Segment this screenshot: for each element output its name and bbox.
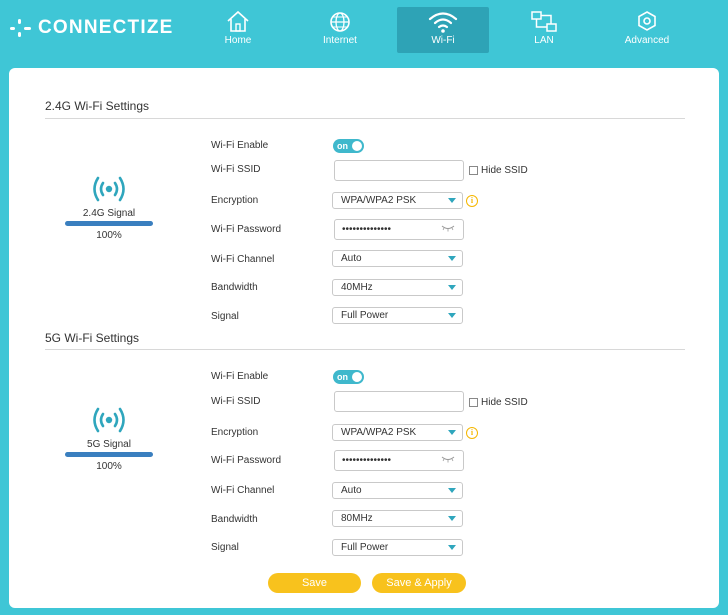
checkbox-box[interactable] <box>469 166 478 175</box>
hide-ssid-label-24g: Hide SSID <box>481 165 528 176</box>
encryption-value-5g: WPA/WPA2 PSK <box>341 427 417 438</box>
password-input-5g[interactable]: •••••••••••••• <box>334 450 464 471</box>
chevron-down-icon <box>448 516 456 521</box>
label-password-5g: Wi-Fi Password <box>211 455 282 466</box>
info-icon[interactable]: i <box>466 427 478 439</box>
signal-label-5g: 5G Signal <box>87 439 131 450</box>
nav-internet[interactable]: Internet <box>294 7 386 53</box>
label-password-24g: Wi-Fi Password <box>211 224 282 235</box>
encryption-value-24g: WPA/WPA2 PSK <box>341 195 417 206</box>
signal-indicator-5g: 5G Signal 100% <box>64 403 154 472</box>
signal-bar-5g <box>65 452 153 457</box>
hide-ssid-checkbox-24g[interactable]: Hide SSID <box>469 165 528 176</box>
channel-value-5g: Auto <box>341 485 362 496</box>
nav-home[interactable]: Home <box>192 7 284 53</box>
section-title-24g: 2.4G Wi-Fi Settings <box>45 99 150 113</box>
chevron-down-icon <box>448 430 456 435</box>
signal-value-5g: Full Power <box>341 542 389 553</box>
channel-select-24g[interactable]: Auto <box>332 250 463 267</box>
chevron-down-icon <box>448 545 456 550</box>
label-channel-5g: Wi-Fi Channel <box>211 485 275 496</box>
eye-closed-icon[interactable] <box>441 224 455 232</box>
signal-percent-24g: 100% <box>96 230 122 241</box>
wifi-settings-panel: 2.4G Wi-Fi Settings 2.4G Signal 100% Wi-… <box>9 68 719 608</box>
chevron-down-icon <box>448 313 456 318</box>
password-mask-5g: •••••••••••••• <box>342 455 392 466</box>
ssid-input-24g[interactable] <box>334 160 464 181</box>
wifi-enable-toggle-24g[interactable]: on <box>333 139 364 153</box>
signal-bar-24g <box>65 221 153 226</box>
nav-home-label: Home <box>224 35 252 46</box>
label-bandwidth-24g: Bandwidth <box>211 282 258 293</box>
label-encryption-24g: Encryption <box>211 195 259 206</box>
bandwidth-select-24g[interactable]: 40MHz <box>332 279 463 296</box>
chevron-down-icon <box>448 198 456 203</box>
label-wifi-ssid-5g: Wi-Fi SSID <box>211 396 261 407</box>
label-encryption-5g: Encryption <box>211 427 259 438</box>
channel-select-5g[interactable]: Auto <box>332 482 463 499</box>
section-divider-5g <box>45 349 685 350</box>
signal-select-5g[interactable]: Full Power <box>332 539 463 556</box>
hide-ssid-checkbox-5g[interactable]: Hide SSID <box>469 397 528 408</box>
label-wifi-ssid-24g: Wi-Fi SSID <box>211 164 261 175</box>
nav-lan[interactable]: LAN <box>498 7 590 53</box>
label-channel-24g: Wi-Fi Channel <box>211 254 275 265</box>
channel-value-24g: Auto <box>341 253 362 264</box>
section-divider-24g <box>45 118 685 119</box>
top-header: CONNECTIZE Home Internet Wi-Fi LAN Advan… <box>0 0 728 62</box>
eye-closed-icon[interactable] <box>441 455 455 463</box>
encryption-select-24g[interactable]: WPA/WPA2 PSK <box>332 192 463 209</box>
signal-broadcast-icon <box>93 407 125 433</box>
encryption-select-5g[interactable]: WPA/WPA2 PSK <box>332 424 463 441</box>
bandwidth-value-24g: 40MHz <box>341 282 373 293</box>
password-input-24g[interactable]: •••••••••••••• <box>334 219 464 240</box>
signal-value-24g: Full Power <box>341 310 389 321</box>
signal-label-24g: 2.4G Signal <box>82 208 136 219</box>
label-wifi-enable-24g: Wi-Fi Enable <box>211 140 269 151</box>
nav-advanced[interactable]: Advanced <box>601 7 693 53</box>
label-wifi-enable-5g: Wi-Fi Enable <box>211 371 269 382</box>
gear-icon <box>638 11 656 31</box>
brand-name: CONNECTIZE <box>38 17 174 38</box>
save-apply-button[interactable]: Save & Apply <box>372 573 466 593</box>
signal-select-24g[interactable]: Full Power <box>332 307 463 324</box>
label-signal-24g: Signal <box>211 311 239 322</box>
logo-mark-icon <box>10 18 32 38</box>
wifi-icon <box>428 12 458 33</box>
home-icon <box>227 10 249 32</box>
globe-icon <box>330 12 350 32</box>
password-mask-24g: •••••••••••••• <box>342 224 392 235</box>
toggle-state-5g: on <box>337 372 348 382</box>
lan-icon <box>531 11 557 32</box>
save-button[interactable]: Save <box>268 573 361 593</box>
brand-logo[interactable]: CONNECTIZE <box>10 16 174 40</box>
nav-wifi-label: Wi-Fi <box>431 35 455 46</box>
signal-broadcast-icon <box>93 176 125 202</box>
section-title-5g: 5G Wi-Fi Settings <box>45 331 140 345</box>
chevron-down-icon <box>448 285 456 290</box>
chevron-down-icon <box>448 256 456 261</box>
toggle-knob <box>352 372 362 382</box>
bandwidth-value-5g: 80MHz <box>341 513 373 524</box>
label-bandwidth-5g: Bandwidth <box>211 514 258 525</box>
info-icon[interactable]: i <box>466 195 478 207</box>
ssid-input-5g[interactable] <box>334 391 464 412</box>
nav-wifi[interactable]: Wi-Fi <box>397 7 489 53</box>
hide-ssid-label-5g: Hide SSID <box>481 397 528 408</box>
nav-internet-label: Internet <box>323 35 357 46</box>
wifi-enable-toggle-5g[interactable]: on <box>333 370 364 384</box>
chevron-down-icon <box>448 488 456 493</box>
bandwidth-select-5g[interactable]: 80MHz <box>332 510 463 527</box>
signal-indicator-24g: 2.4G Signal 100% <box>64 172 154 241</box>
nav-lan-label: LAN <box>534 35 554 46</box>
checkbox-box[interactable] <box>469 398 478 407</box>
signal-percent-5g: 100% <box>96 461 122 472</box>
toggle-state-24g: on <box>337 141 348 151</box>
label-signal-5g: Signal <box>211 542 239 553</box>
toggle-knob <box>352 141 362 151</box>
nav-advanced-label: Advanced <box>624 35 670 46</box>
